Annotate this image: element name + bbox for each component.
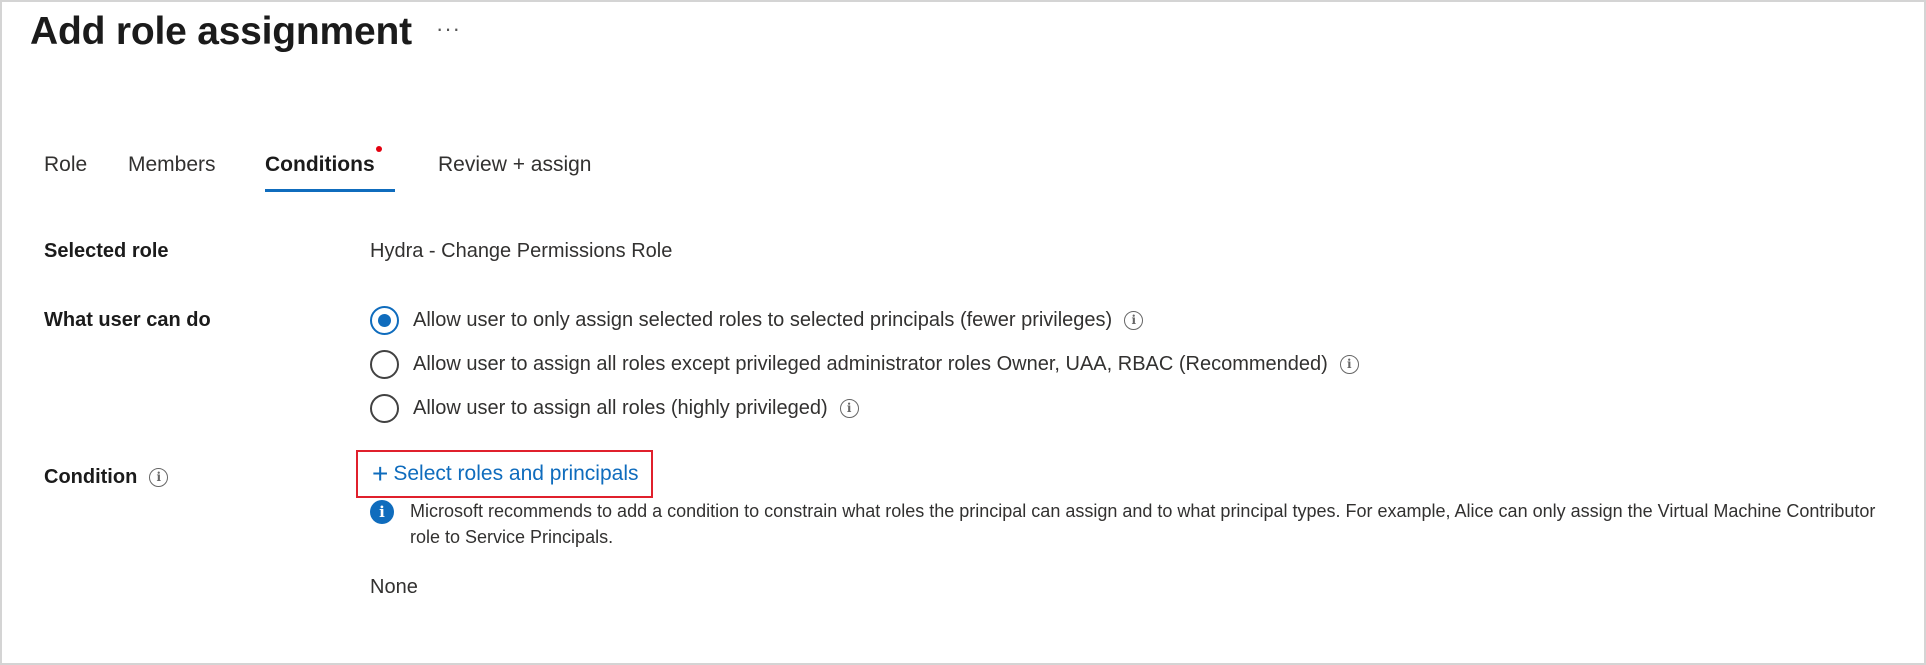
tab-label: Members bbox=[128, 153, 216, 176]
required-indicator bbox=[375, 146, 382, 152]
page-title: Add role assignment bbox=[30, 10, 412, 53]
selected-role-label: Selected role bbox=[44, 240, 169, 262]
select-roles-and-principals-link[interactable]: + Select roles and principals bbox=[356, 450, 653, 498]
more-options-button[interactable]: ··· bbox=[436, 16, 461, 42]
info-icon[interactable]: i bbox=[149, 468, 169, 487]
info-icon[interactable]: i bbox=[1124, 311, 1144, 330]
tab-review-assign[interactable]: Review + assign bbox=[438, 150, 592, 194]
tab-label: Conditions bbox=[265, 153, 375, 176]
radio-option-label: Allow user to only assign selected roles… bbox=[413, 309, 1113, 331]
tab-role[interactable]: Role bbox=[44, 150, 87, 194]
radio-option-all-roles[interactable]: Allow user to assign all roles (highly p… bbox=[370, 394, 859, 423]
radio-option-label: Allow user to assign all roles (highly p… bbox=[413, 397, 828, 419]
radio-option-all-except-privileged[interactable]: Allow user to assign all roles except pr… bbox=[370, 350, 1359, 379]
condition-value: None bbox=[370, 576, 418, 598]
what-user-can-do-label: What user can do bbox=[44, 309, 211, 331]
tab-members[interactable]: Members bbox=[128, 150, 216, 194]
radio-button[interactable] bbox=[370, 306, 399, 335]
info-banner-text: Microsoft recommends to add a condition … bbox=[410, 501, 1876, 547]
tab-conditions[interactable]: Conditions bbox=[265, 146, 395, 194]
add-icon: + bbox=[372, 458, 389, 489]
info-banner: i Microsoft recommends to add a conditio… bbox=[370, 498, 1910, 550]
selected-role-value: Hydra - Change Permissions Role bbox=[370, 240, 673, 262]
radio-button[interactable] bbox=[370, 350, 399, 379]
condition-label: Condition bbox=[44, 466, 138, 488]
tab-label: Review + assign bbox=[438, 153, 592, 176]
info-icon[interactable]: i bbox=[1339, 355, 1359, 374]
active-tab-indicator bbox=[265, 189, 395, 192]
add-role-assignment-panel: Add role assignment ··· Role Members Con… bbox=[0, 0, 1926, 665]
tab-label: Role bbox=[44, 153, 88, 176]
radio-option-label: Allow user to assign all roles except pr… bbox=[413, 353, 1328, 375]
radio-button[interactable] bbox=[370, 394, 399, 423]
radio-option-selected-roles[interactable]: Allow user to only assign selected roles… bbox=[370, 306, 1144, 335]
add-link-label: Select roles and principals bbox=[393, 462, 639, 485]
condition-label-row: Condition i bbox=[44, 466, 169, 489]
info-filled-icon: i bbox=[370, 500, 394, 524]
info-icon[interactable]: i bbox=[839, 399, 859, 418]
